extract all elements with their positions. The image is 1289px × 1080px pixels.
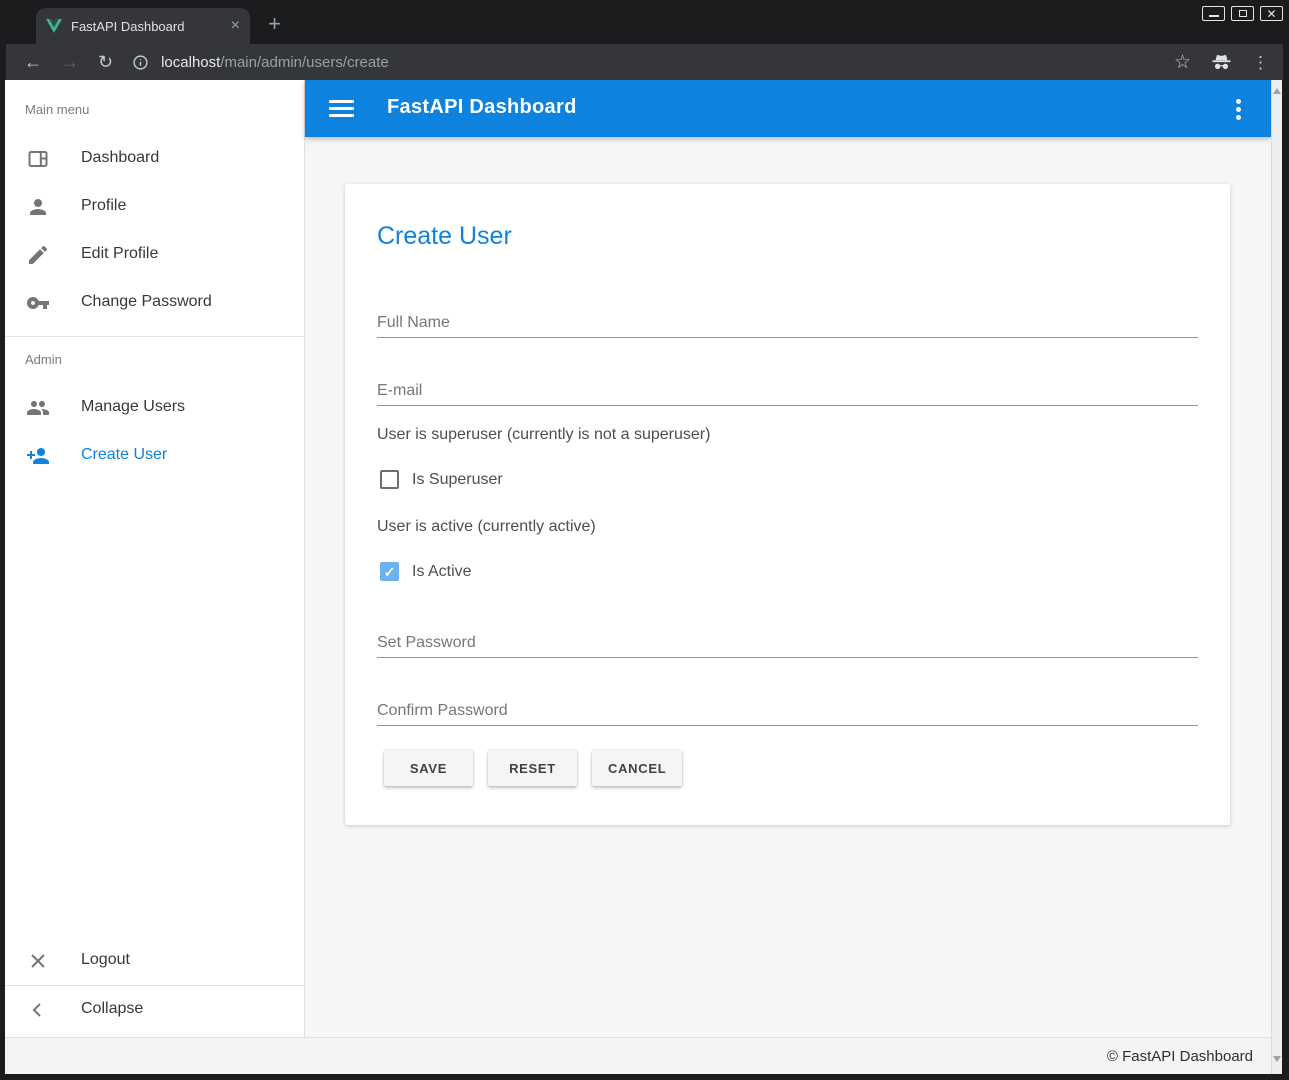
browser-tabstrip: FastAPI Dashboard × + ✕ (0, 0, 1289, 44)
sidebar-item-logout[interactable]: Logout (5, 937, 304, 985)
window-close-button[interactable]: ✕ (1260, 6, 1283, 21)
people-icon (26, 396, 50, 420)
sidebar-section-main-menu: Main menu (25, 102, 89, 117)
toolbar-actions: ☆ ⋮ (1174, 53, 1269, 72)
reload-icon[interactable]: ↻ (98, 53, 113, 71)
sidebar-item-label: Edit Profile (81, 245, 158, 263)
window-maximize-button[interactable] (1231, 6, 1254, 21)
sidebar-item-label: Change Password (81, 293, 212, 311)
app-title: FastAPI Dashboard (387, 96, 577, 119)
confirm-password-input[interactable] (377, 696, 1198, 726)
minimize-icon (1209, 15, 1219, 17)
set-password-input[interactable] (377, 628, 1198, 658)
sidebar-item-collapse[interactable]: Collapse (5, 986, 304, 1034)
is-superuser-checkbox[interactable] (380, 470, 399, 489)
maximize-icon (1239, 10, 1247, 17)
dashboard-icon (26, 147, 50, 171)
address-bar[interactable]: localhost/main/admin/users/create (132, 54, 1155, 71)
person-add-icon (26, 444, 50, 468)
browser-toolbar: ← → ↻ localhost/main/admin/users/create … (6, 44, 1283, 80)
tab-title: FastAPI Dashboard (71, 19, 222, 34)
sidebar-item-label: Create User (81, 446, 167, 464)
full-name-field-wrap (377, 308, 1198, 338)
chevron-left-icon (26, 998, 50, 1022)
app-header: FastAPI Dashboard (305, 80, 1271, 137)
sidebar-divider (5, 336, 304, 337)
sidebar-item-label: Logout (81, 951, 130, 969)
url-host: localhost (161, 54, 220, 71)
header-kebab-icon[interactable] (1233, 97, 1243, 121)
create-user-card: Create User User is superuser (currently… (345, 184, 1230, 825)
is-superuser-label: Is Superuser (412, 471, 503, 489)
hamburger-menu-icon[interactable] (329, 97, 354, 119)
sidebar: Main menu Dashboard Profile (5, 80, 305, 1037)
key-icon (26, 291, 50, 315)
sidebar-item-profile[interactable]: Profile (5, 183, 304, 231)
sidebar-item-label: Manage Users (81, 398, 185, 416)
close-icon: ✕ (1266, 8, 1276, 20)
set-password-field-wrap (377, 628, 1198, 658)
page-scrollbar[interactable] (1271, 80, 1282, 1074)
copyright-text: © FastAPI Dashboard (1107, 1048, 1253, 1065)
sidebar-item-change-password[interactable]: Change Password (5, 279, 304, 327)
tab-close-icon[interactable]: × (231, 18, 240, 34)
browser-menu-kebab-icon[interactable]: ⋮ (1252, 54, 1269, 71)
page: FastAPI Dashboard Main menu Dashboard (5, 80, 1271, 1074)
sidebar-item-manage-users[interactable]: Manage Users (5, 384, 304, 432)
app-footer: © FastAPI Dashboard (5, 1037, 1271, 1074)
back-icon[interactable]: ← (24, 53, 42, 71)
window-minimize-button[interactable] (1202, 6, 1225, 21)
logout-x-icon (26, 949, 50, 973)
window-controls: ✕ (1202, 6, 1283, 21)
sidebar-section-admin: Admin (25, 352, 62, 367)
sidebar-item-create-user[interactable]: Create User (5, 432, 304, 480)
superuser-note: User is superuser (currently is not a su… (377, 426, 710, 444)
active-note: User is active (currently active) (377, 518, 596, 536)
url-text[interactable]: localhost/main/admin/users/create (161, 54, 389, 71)
sidebar-item-label: Dashboard (81, 149, 159, 167)
url-path: /main/admin/users/create (220, 54, 388, 71)
scroll-up-arrow-icon[interactable] (1273, 88, 1281, 94)
vue-logo-icon (46, 19, 62, 33)
incognito-icon (1211, 53, 1232, 71)
site-info-icon[interactable] (132, 54, 149, 71)
page-title: Create User (377, 222, 512, 251)
bookmark-star-icon[interactable]: ☆ (1174, 53, 1191, 72)
sidebar-item-label: Collapse (81, 1000, 143, 1018)
is-active-label: Is Active (412, 563, 472, 581)
forward-icon[interactable]: → (61, 53, 79, 71)
sidebar-item-label: Profile (81, 197, 126, 215)
email-input[interactable] (377, 376, 1198, 406)
pencil-icon (26, 243, 50, 267)
email-field-wrap (377, 376, 1198, 406)
full-name-input[interactable] (377, 308, 1198, 338)
new-tab-button[interactable]: + (262, 11, 287, 36)
active-check-row: ✓ Is Active (380, 562, 472, 581)
is-active-checkbox[interactable]: ✓ (380, 562, 399, 581)
browser-tab[interactable]: FastAPI Dashboard × (36, 8, 250, 44)
sidebar-item-dashboard[interactable]: Dashboard (5, 135, 304, 183)
form-buttons: SAVE RESET CANCEL (384, 750, 682, 786)
cancel-button[interactable]: CANCEL (592, 750, 682, 786)
check-icon: ✓ (384, 565, 396, 579)
person-icon (26, 195, 50, 219)
confirm-password-field-wrap (377, 696, 1198, 726)
save-button[interactable]: SAVE (384, 750, 473, 786)
sidebar-item-edit-profile[interactable]: Edit Profile (5, 231, 304, 279)
reset-button[interactable]: RESET (488, 750, 577, 786)
superuser-check-row: Is Superuser (380, 470, 503, 489)
scroll-down-arrow-icon[interactable] (1273, 1056, 1281, 1062)
